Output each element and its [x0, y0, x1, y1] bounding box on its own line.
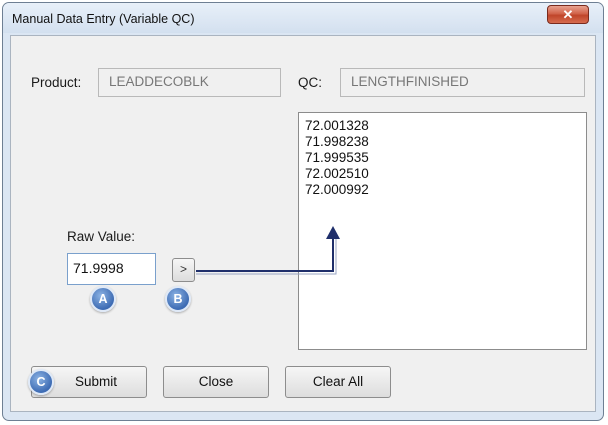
close-icon: ✕	[562, 7, 574, 22]
window-close-button[interactable]: ✕	[547, 5, 589, 24]
callout-a-badge: A	[90, 286, 116, 312]
add-flow-arrow	[196, 226, 340, 275]
title-bar: Manual Data Entry (Variable QC) ✕	[3, 3, 603, 33]
callout-b-badge: B	[165, 286, 191, 312]
close-button[interactable]: Close	[163, 366, 269, 398]
clear-all-button[interactable]: Clear All	[285, 366, 391, 398]
submit-label: Submit	[74, 374, 118, 389]
dialog-body: Product: LEADDECOBLK QC: LENGTHFINISHED …	[10, 35, 596, 412]
callout-c-badge: C	[28, 369, 54, 395]
window-title: Manual Data Entry (Variable QC)	[12, 12, 195, 26]
dialog-window: Manual Data Entry (Variable QC) ✕ Produc…	[2, 2, 604, 421]
